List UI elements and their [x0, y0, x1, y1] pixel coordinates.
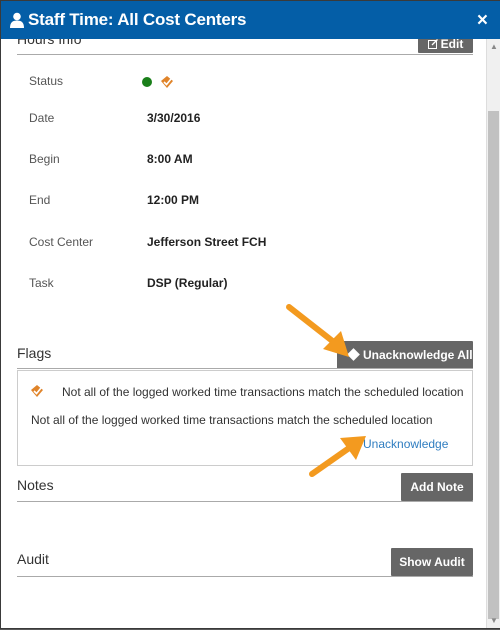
end-label: End [29, 193, 51, 207]
audit-divider [17, 576, 473, 577]
begin-label: Begin [29, 152, 60, 166]
scroll-down-icon[interactable]: ▼ [490, 616, 498, 625]
audit-title: Audit [17, 551, 49, 567]
edit-button[interactable]: Edit [418, 39, 473, 53]
close-icon[interactable]: × [477, 10, 488, 32]
end-value: 12:00 PM [147, 193, 200, 207]
flag-detail: Not all of the logged worked time transa… [31, 413, 433, 427]
modal-header: Staff Time: All Cost Centers × [1, 1, 500, 39]
unacknowledge-link[interactable]: Unacknowledge [363, 437, 448, 451]
modal-content: Hours Info Edit Status Date 3/30/2016 Be… [1, 39, 485, 630]
hours-divider [17, 54, 473, 55]
modal-title: Staff Time: All Cost Centers [28, 10, 247, 29]
unacknowledge-all-button[interactable]: Unacknowledge All [337, 341, 473, 369]
date-label: Date [29, 111, 55, 125]
cost-center-label: Cost Center [29, 235, 94, 249]
flags-divider [17, 368, 473, 369]
status-dot-icon [142, 77, 152, 87]
flag-summary: Not all of the logged worked time transa… [62, 385, 464, 399]
notes-divider [17, 501, 473, 502]
add-note-button[interactable]: Add Note [401, 473, 473, 501]
flag-check-icon [161, 76, 173, 88]
edit-label: Edit [440, 39, 464, 51]
flag-check-icon [31, 385, 43, 397]
status-label: Status [29, 74, 64, 88]
edit-icon [427, 39, 438, 49]
begin-value: 8:00 AM [147, 152, 193, 166]
staff-time-modal: Staff Time: All Cost Centers × Hours Inf… [0, 0, 500, 629]
notes-title: Notes [17, 477, 54, 493]
scroll-up-icon[interactable]: ▲ [490, 42, 498, 51]
flag-item: Not all of the logged worked time transa… [17, 370, 473, 466]
cost-center-value: Jefferson Street FCH [147, 235, 267, 249]
user-icon [10, 12, 24, 28]
flags-title: Flags [17, 345, 52, 361]
show-audit-button[interactable]: Show Audit [391, 548, 473, 576]
annotation-arrow-icon [286, 304, 349, 357]
annotation-arrow-icon [309, 436, 366, 477]
date-value: 3/30/2016 [147, 111, 201, 125]
unacknowledge-all-label: Unacknowledge All [363, 348, 473, 362]
scrollbar[interactable]: ▲ ▼ [486, 39, 500, 628]
hours-info-title: Hours Info [17, 39, 82, 47]
modal-body[interactable]: Hours Info Edit Status Date 3/30/2016 Be… [1, 39, 500, 630]
task-value: DSP (Regular) [147, 276, 228, 290]
task-label: Task [29, 276, 54, 290]
scroll-thumb[interactable] [488, 111, 499, 619]
